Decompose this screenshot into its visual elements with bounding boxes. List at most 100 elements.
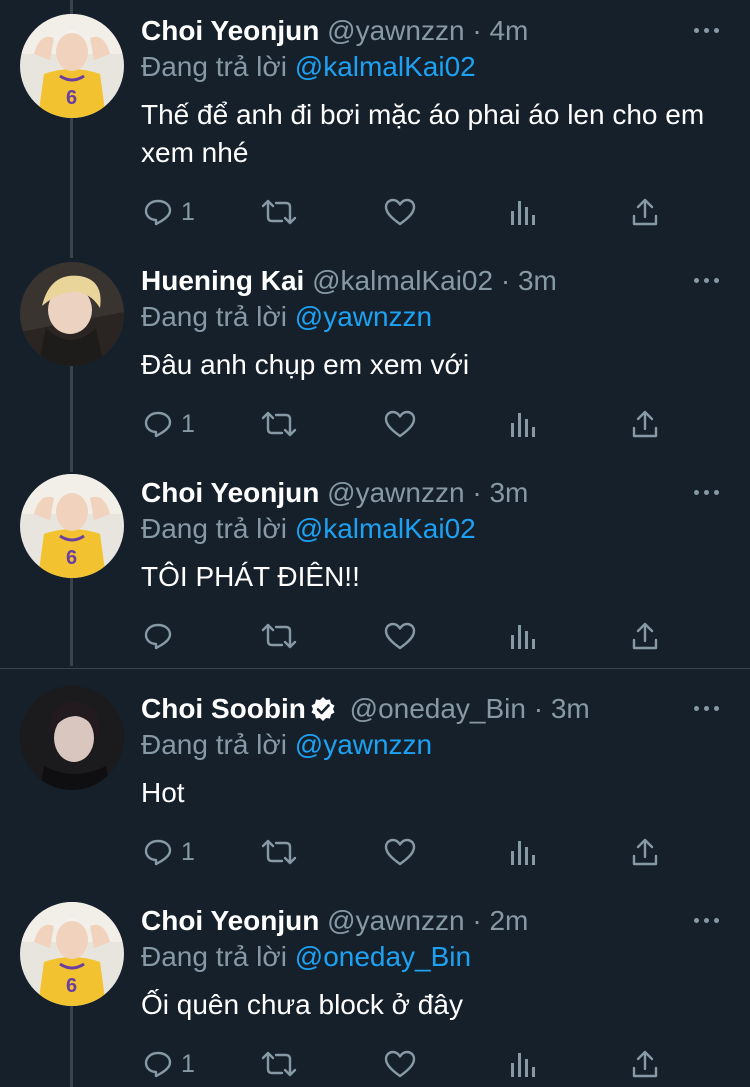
- user-handle[interactable]: @yawnzzn: [327, 15, 464, 46]
- like-button[interactable]: [384, 832, 416, 872]
- reply-prefix: Đang trả lời: [141, 51, 287, 82]
- like-button[interactable]: [384, 404, 416, 444]
- action-bar: [141, 616, 681, 656]
- more-icon[interactable]: [694, 910, 720, 930]
- reply-context: Đang trả lời @yawnzzn: [141, 728, 432, 762]
- reply-prefix: Đang trả lời: [141, 941, 287, 972]
- share-button[interactable]: [631, 1044, 659, 1084]
- avatar[interactable]: [20, 262, 124, 366]
- reply-button[interactable]: 1: [143, 192, 195, 232]
- share-icon: [632, 838, 658, 866]
- retweet-button[interactable]: [261, 616, 297, 656]
- separator-dot: ·: [533, 693, 544, 724]
- display-name[interactable]: Huening Kai: [141, 265, 304, 296]
- separator-dot: ·: [472, 477, 482, 508]
- like-icon: [384, 622, 416, 650]
- tweet-text: Đâu anh chụp em xem với: [141, 349, 470, 380]
- tweet[interactable]: 6 Choi Yeonjun @yawnzzn · 2m Đang trả lờ…: [0, 890, 750, 1087]
- reply-button[interactable]: [143, 616, 181, 656]
- retweet-icon: [261, 411, 297, 437]
- tweet[interactable]: Choi Soobin @oneday_Bin · 3m Đang trả lờ…: [0, 678, 750, 890]
- display-name[interactable]: Choi Yeonjun: [141, 15, 319, 46]
- user-handle[interactable]: @oneday_Bin: [350, 693, 526, 724]
- reply-mention[interactable]: @yawnzzn: [295, 729, 432, 760]
- reply-context: Đang trả lời @yawnzzn: [141, 300, 432, 334]
- reply-icon: [144, 411, 172, 438]
- analytics-button[interactable]: [509, 832, 537, 872]
- retweet-icon: [261, 839, 297, 865]
- display-name[interactable]: Choi Yeonjun: [141, 905, 319, 936]
- reply-button[interactable]: 1: [143, 1044, 195, 1084]
- like-button[interactable]: [384, 616, 416, 656]
- retweet-button[interactable]: [261, 192, 297, 232]
- avatar[interactable]: [20, 686, 124, 790]
- separator-dot: ·: [500, 265, 511, 296]
- share-button[interactable]: [631, 616, 659, 656]
- avatar[interactable]: 6: [20, 902, 124, 1006]
- like-button[interactable]: [384, 1044, 416, 1084]
- action-bar: 1: [141, 1044, 681, 1084]
- tweet[interactable]: Huening Kai @kalmalKai02 · 3m Đang trả l…: [0, 250, 750, 462]
- svg-text:6: 6: [66, 547, 77, 569]
- retweet-button[interactable]: [261, 404, 297, 444]
- reply-prefix: Đang trả lời: [141, 301, 287, 332]
- timestamp[interactable]: 3m: [518, 265, 557, 296]
- tweet-text: Hot: [141, 777, 185, 808]
- analytics-button[interactable]: [509, 404, 537, 444]
- more-icon[interactable]: [694, 20, 720, 40]
- tweet-text: Thế để anh đi bơi mặc áo phai áo len cho…: [141, 99, 705, 168]
- reply-mention[interactable]: @kalmalKai02: [295, 51, 476, 82]
- user-handle[interactable]: @yawnzzn: [327, 905, 464, 936]
- tweet-header: Choi Yeonjun @yawnzzn · 2m: [141, 904, 528, 938]
- reply-button[interactable]: 1: [143, 404, 195, 444]
- tweet-header: Choi Soobin @oneday_Bin · 3m: [141, 692, 590, 726]
- reply-mention[interactable]: @oneday_Bin: [295, 941, 471, 972]
- reply-icon: [144, 839, 172, 866]
- share-icon: [632, 410, 658, 438]
- share-button[interactable]: [631, 192, 659, 232]
- reply-mention[interactable]: @yawnzzn: [295, 301, 432, 332]
- analytics-icon: [511, 413, 535, 437]
- like-icon: [384, 838, 416, 866]
- like-icon: [384, 198, 416, 226]
- like-icon: [384, 410, 416, 438]
- tweet[interactable]: 6 Choi Yeonjun @yawnzzn · 3m Đang trả lờ…: [0, 462, 750, 668]
- like-button[interactable]: [384, 192, 416, 232]
- reply-button[interactable]: 1: [143, 832, 195, 872]
- more-icon[interactable]: [694, 698, 720, 718]
- timestamp[interactable]: 3m: [489, 477, 528, 508]
- reply-mention[interactable]: @kalmalKai02: [295, 513, 476, 544]
- analytics-button[interactable]: [509, 1044, 537, 1084]
- analytics-icon: [511, 841, 535, 865]
- avatar[interactable]: 6: [20, 474, 124, 578]
- more-icon[interactable]: [694, 270, 720, 290]
- more-icon[interactable]: [694, 482, 720, 502]
- timestamp[interactable]: 2m: [489, 905, 528, 936]
- display-name[interactable]: Choi Yeonjun: [141, 477, 319, 508]
- display-name[interactable]: Choi Soobin: [141, 693, 306, 724]
- analytics-button[interactable]: [509, 616, 537, 656]
- share-button[interactable]: [631, 404, 659, 444]
- analytics-button[interactable]: [509, 192, 537, 232]
- tweet[interactable]: 6 Choi Yeonjun @yawnzzn · 4m Đang trả lờ…: [0, 0, 750, 250]
- timestamp[interactable]: 4m: [489, 15, 528, 46]
- tweet-text: Ối quên chưa block ở đây: [141, 989, 463, 1020]
- retweet-button[interactable]: [261, 1044, 297, 1084]
- retweet-button[interactable]: [261, 832, 297, 872]
- timestamp[interactable]: 3m: [551, 693, 590, 724]
- svg-text:6: 6: [66, 975, 77, 997]
- reply-icon: [144, 623, 172, 650]
- svg-text:6: 6: [66, 87, 77, 109]
- reply-icon: [144, 1051, 172, 1078]
- analytics-icon: [511, 1053, 535, 1077]
- action-bar: 1: [141, 404, 681, 444]
- share-icon: [632, 1050, 658, 1078]
- avatar[interactable]: 6: [20, 14, 124, 118]
- share-button[interactable]: [631, 832, 659, 872]
- share-icon: [632, 622, 658, 650]
- separator-dot: ·: [472, 15, 482, 46]
- user-handle[interactable]: @yawnzzn: [327, 477, 464, 508]
- retweet-icon: [261, 199, 297, 225]
- user-handle[interactable]: @kalmalKai02: [312, 265, 493, 296]
- retweet-icon: [261, 1051, 297, 1077]
